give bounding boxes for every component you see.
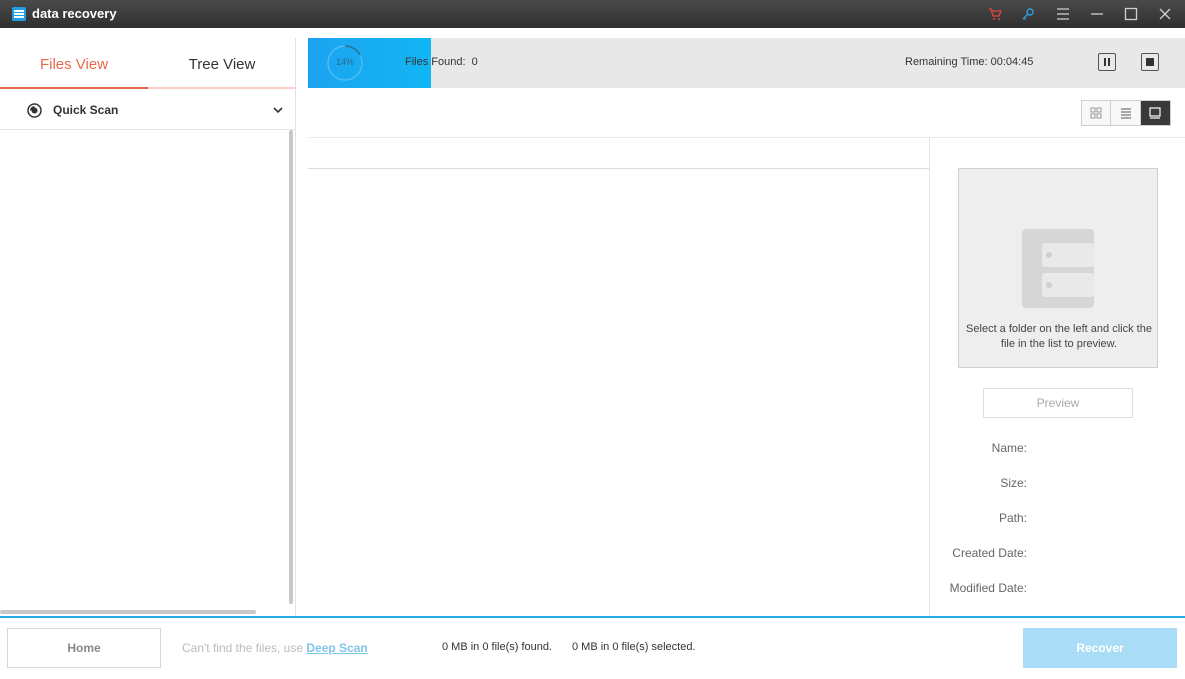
cart-icon[interactable] bbox=[985, 4, 1005, 24]
file-list-header-divider bbox=[308, 168, 929, 169]
grid-view-icon bbox=[1090, 107, 1102, 119]
home-button[interactable]: Home bbox=[7, 628, 161, 668]
pause-button[interactable] bbox=[1098, 53, 1116, 71]
recover-button[interactable]: Recover bbox=[1023, 628, 1177, 668]
tab-tree-view[interactable]: Tree View bbox=[148, 38, 296, 90]
vertical-scrollbar[interactable] bbox=[289, 130, 293, 604]
tab-files-view[interactable]: Files View bbox=[0, 38, 148, 90]
scan-type-label: Quick Scan bbox=[53, 103, 119, 117]
files-found-status: Files Found: 0 bbox=[405, 56, 478, 68]
selected-status: 0 MB in 0 file(s) selected. bbox=[572, 641, 696, 653]
found-status: 0 MB in 0 file(s) found. bbox=[442, 641, 553, 653]
pause-icon bbox=[1104, 58, 1110, 66]
view-mode-toggles bbox=[1081, 100, 1171, 126]
horizontal-scrollbar[interactable] bbox=[0, 610, 256, 614]
minimize-icon[interactable] bbox=[1087, 4, 1107, 24]
stop-icon bbox=[1146, 58, 1154, 66]
key-icon[interactable] bbox=[1018, 4, 1038, 24]
preview-box: Select a folder on the left and click th… bbox=[958, 168, 1158, 368]
list-view-icon bbox=[1120, 108, 1131, 119]
grid-view-button[interactable] bbox=[1082, 101, 1112, 125]
title-bar: data recovery bbox=[0, 0, 1185, 28]
files-found-value: 0 bbox=[471, 56, 478, 68]
scan-clock-icon bbox=[27, 103, 42, 118]
active-tab-indicator bbox=[0, 87, 148, 89]
progress-percent: 14% bbox=[335, 57, 354, 67]
preview-view-icon bbox=[1149, 107, 1161, 119]
left-panel: Files View Tree View Quick Scan bbox=[0, 38, 296, 616]
deep-scan-link[interactable]: Deep Scan bbox=[306, 641, 367, 655]
remaining-label: Remaining Time: bbox=[905, 56, 988, 68]
content-top-divider bbox=[308, 137, 1185, 138]
drive-icon bbox=[1022, 229, 1094, 308]
maximize-icon[interactable] bbox=[1121, 4, 1141, 24]
deep-scan-hint: Can't find the files, use Deep Scan bbox=[182, 641, 368, 655]
bottom-bar: Home Can't find the files, use Deep Scan… bbox=[0, 618, 1185, 679]
info-modified-label: Modified Date: bbox=[949, 581, 1027, 595]
preview-button[interactable]: Preview bbox=[983, 388, 1133, 418]
info-name-label: Name: bbox=[991, 441, 1027, 455]
cant-find-text: Can't find the files, use bbox=[182, 641, 304, 655]
info-path-label: Path: bbox=[998, 511, 1027, 525]
files-found-label: Files Found: bbox=[405, 56, 466, 68]
close-icon[interactable] bbox=[1155, 4, 1175, 24]
preview-hint: Select a folder on the left and click th… bbox=[966, 323, 1152, 350]
scan-type-row[interactable]: Quick Scan bbox=[0, 90, 296, 130]
app-title: data recovery bbox=[32, 6, 117, 21]
chevron-down-icon[interactable] bbox=[272, 104, 284, 116]
remaining-time: Remaining Time: 00:04:45 bbox=[905, 56, 1033, 68]
list-preview-divider bbox=[929, 138, 930, 616]
list-view-button[interactable] bbox=[1111, 101, 1141, 125]
app-logo-icon bbox=[12, 7, 26, 21]
info-size-label: Size: bbox=[1000, 476, 1027, 490]
scan-progress-bar: 14% Files Found: 0 Remaining Time: 00:04… bbox=[308, 38, 1185, 88]
remaining-value: 00:04:45 bbox=[990, 56, 1034, 68]
info-created-label: Created Date: bbox=[952, 546, 1027, 560]
menu-icon[interactable] bbox=[1053, 4, 1073, 24]
preview-view-button[interactable] bbox=[1140, 101, 1170, 125]
stop-button[interactable] bbox=[1141, 53, 1159, 71]
